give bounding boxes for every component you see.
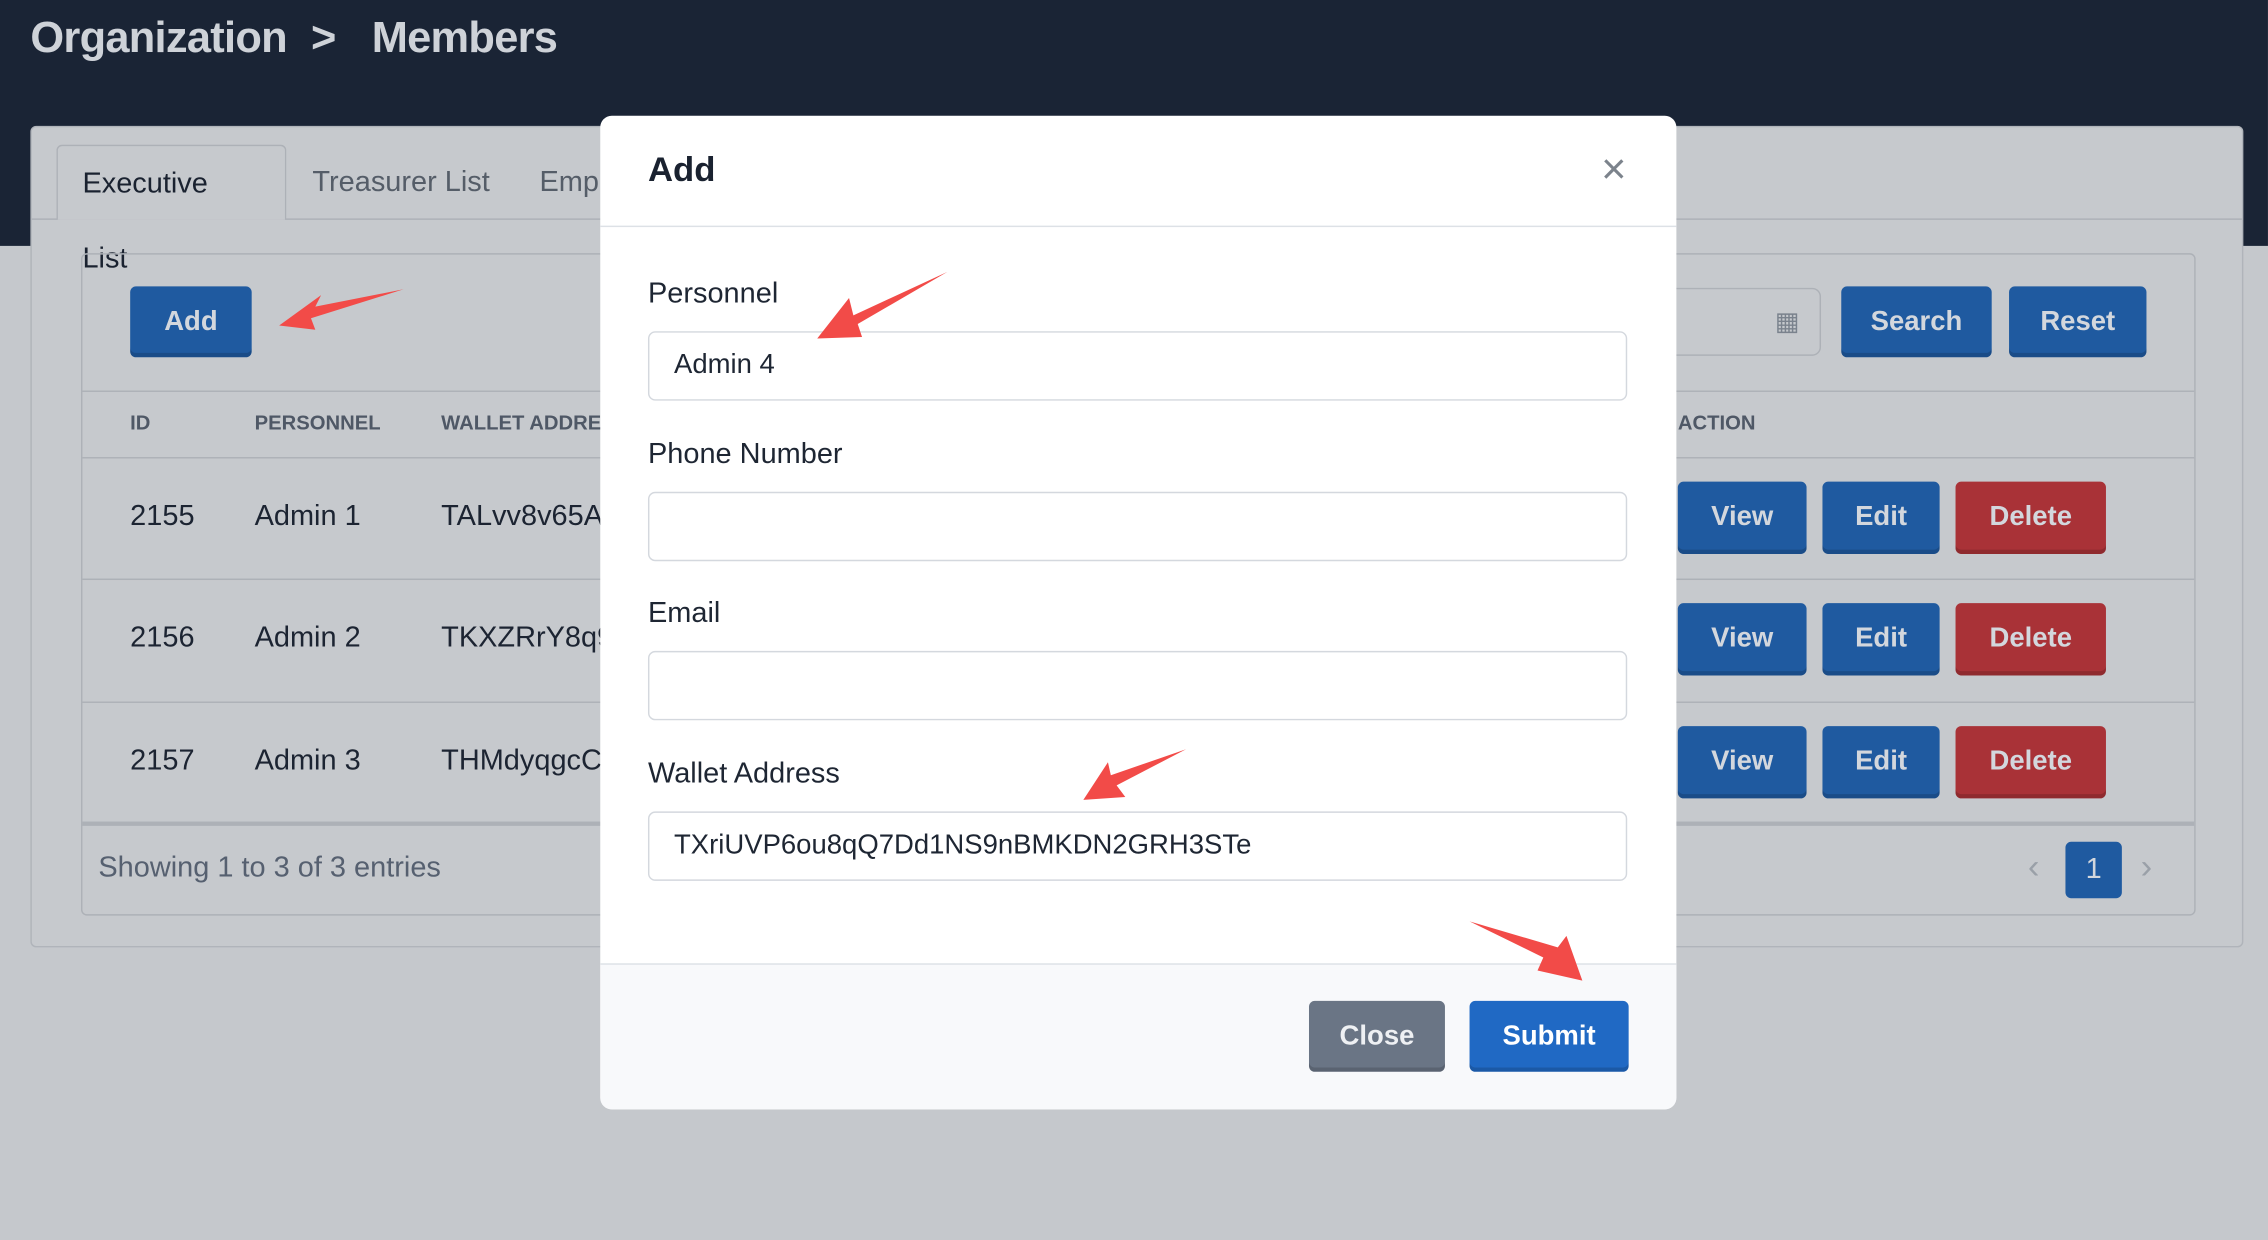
arrow-annotation-icon xyxy=(817,271,948,339)
arrow-annotation-icon xyxy=(1469,921,1583,981)
arrow-annotation-icon xyxy=(1083,749,1187,800)
arrow-annotation-icon xyxy=(279,289,404,330)
annotation-arrows xyxy=(279,271,1583,981)
